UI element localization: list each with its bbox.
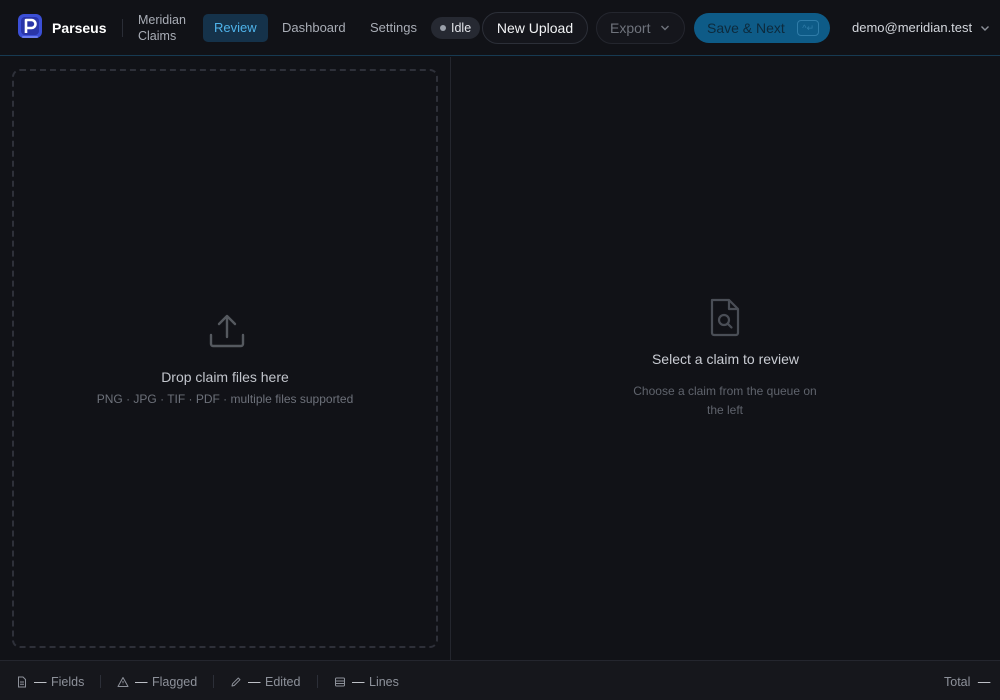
chevron-down-icon <box>661 25 669 31</box>
status-text: Idle <box>451 21 472 35</box>
fields-label: Fields <box>51 675 85 689</box>
status-badge: Idle <box>431 17 481 39</box>
stat-lines: — Lines <box>334 674 414 690</box>
flagged-label: Flagged <box>152 675 198 689</box>
fields-count: — <box>34 675 47 689</box>
file-dropzone[interactable]: Drop claim files here PNG · JPG · TIF · … <box>12 69 438 648</box>
flagged-count: — <box>135 675 148 689</box>
status-divider <box>213 675 214 688</box>
parseus-logo-icon[interactable] <box>18 14 42 40</box>
stat-fields: — Fields <box>16 674 96 690</box>
total-label: Total <box>944 675 971 689</box>
edited-label: Edited <box>265 675 301 689</box>
total-amount: Total — <box>944 674 990 690</box>
export-label: Export <box>610 20 651 36</box>
upload-pane: Drop claim files here PNG · JPG · TIF · … <box>0 57 450 660</box>
keyboard-shortcut-badge: ^↵ <box>797 20 819 36</box>
upload-icon <box>209 314 245 348</box>
header-divider <box>122 19 123 37</box>
export-button[interactable]: Export <box>596 12 685 44</box>
stat-edited: — Edited <box>230 674 310 690</box>
tab-dashboard[interactable]: Dashboard <box>271 14 357 42</box>
edited-count: — <box>248 675 261 689</box>
status-divider <box>100 675 101 688</box>
total-value: — <box>977 675 991 689</box>
dropzone-subtitle: PNG · JPG · TIF · PDF · multiple files s… <box>96 392 354 406</box>
workspace-name[interactable]: Meridian Claims <box>138 12 198 44</box>
tab-review[interactable]: Review <box>203 14 268 42</box>
lines-label: Lines <box>369 675 399 689</box>
save-next-button[interactable]: Save & Next ^↵ <box>694 13 830 43</box>
status-dot-icon <box>440 25 446 31</box>
chevron-down-icon <box>981 26 989 31</box>
empty-state-subtitle: Choose a claim from the queue on the lef… <box>633 384 817 417</box>
file-icon <box>18 676 26 688</box>
save-next-label: Save & Next <box>707 20 785 36</box>
stat-flagged: — Flagged <box>117 674 207 690</box>
user-menu[interactable]: demo@meridian.test <box>852 20 992 35</box>
status-bar: — Fields — Flagged — Edited — Lines Tota… <box>0 660 1000 700</box>
dropzone-title: Drop claim files here <box>161 369 289 385</box>
pencil-icon <box>231 677 241 687</box>
user-email: demo@meridian.test <box>852 20 973 35</box>
tab-settings[interactable]: Settings <box>359 14 428 42</box>
new-upload-button[interactable]: New Upload <box>482 12 588 44</box>
lines-count: — <box>352 675 365 689</box>
status-divider <box>317 675 318 688</box>
list-icon <box>335 677 345 687</box>
review-pane: Select a claim to review Choose a claim … <box>451 57 1000 660</box>
document-search-icon <box>710 298 740 337</box>
top-bar: Parseus Meridian Claims Review Dashboard… <box>0 0 1000 56</box>
brand-name: Parseus <box>52 20 107 36</box>
empty-state-title: Select a claim to review <box>651 351 800 367</box>
warning-triangle-icon <box>117 677 129 687</box>
